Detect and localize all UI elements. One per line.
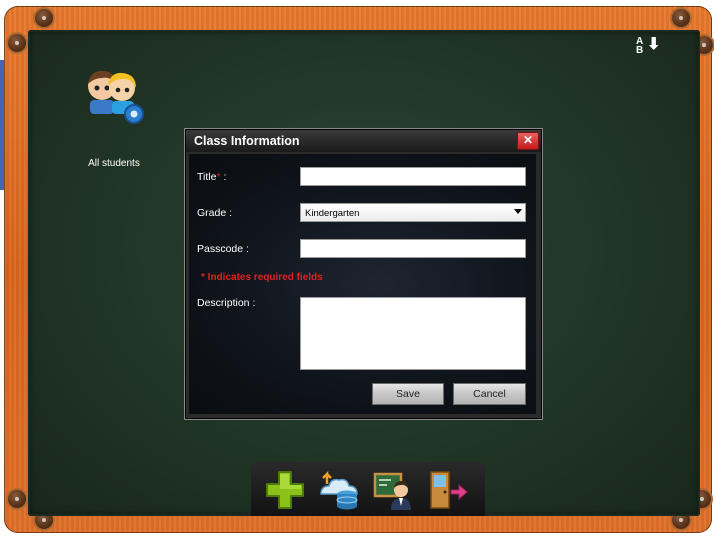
teacher-board-icon[interactable] (371, 468, 415, 512)
app-window: A B ⬇ All students Class Information ✕ Tit… (0, 0, 714, 537)
dialog-title-bar[interactable]: Class Information ✕ (186, 130, 541, 152)
cancel-button[interactable]: Cancel (453, 383, 526, 405)
chevron-down-icon (514, 209, 522, 214)
passcode-input[interactable] (300, 239, 526, 258)
description-textarea[interactable] (300, 297, 526, 370)
title-label-text: Title (197, 171, 217, 183)
bottom-toolbar (251, 462, 485, 516)
bolt-icon (8, 490, 26, 508)
exit-door-icon[interactable] (425, 468, 469, 512)
students-group-icon (88, 70, 144, 124)
class-item-all-students[interactable]: All students (76, 66, 152, 176)
grade-field-label: Grade : (197, 207, 233, 219)
upload-database-icon[interactable] (317, 468, 361, 512)
dialog-title: Class Information (194, 134, 300, 148)
bolt-icon (672, 9, 690, 27)
class-item-label: All students (88, 158, 140, 169)
description-field-label: Description : (197, 297, 256, 309)
title-field-label: Title* : (197, 171, 226, 183)
grade-select[interactable]: Kindergarten (300, 203, 526, 222)
class-information-dialog: Class Information ✕ Title* : Grade : Kin… (184, 128, 543, 420)
title-label-suffix: : (220, 171, 227, 183)
save-button[interactable]: Save (372, 383, 444, 405)
bolt-icon (8, 34, 26, 52)
close-icon: ✕ (522, 133, 534, 147)
title-input[interactable] (300, 167, 526, 186)
required-fields-note: * Indicates required fields (201, 272, 323, 283)
add-icon[interactable] (263, 468, 307, 512)
sort-alpha-down-icon[interactable]: A B ⬇ (636, 36, 660, 58)
bolt-icon (35, 9, 53, 27)
close-button[interactable]: ✕ (517, 132, 539, 150)
dialog-body: Title* : Grade : Kindergarten Passcode :… (189, 154, 536, 414)
passcode-field-label: Passcode : (197, 243, 249, 255)
grade-select-value: Kindergarten (305, 208, 360, 219)
